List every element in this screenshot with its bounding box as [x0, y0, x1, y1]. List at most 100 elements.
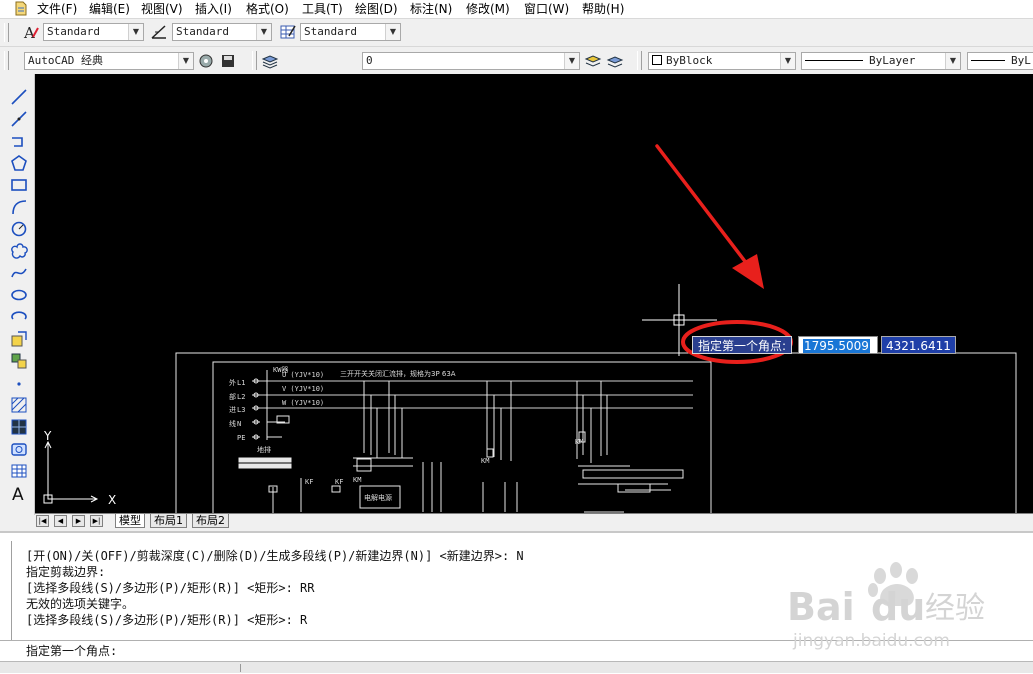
drawing-canvas[interactable]: 外 L1 部 L2 进 L3 线N PE U (YJV*10) V (YJV*10) … — [35, 74, 1033, 513]
styles-toolbar: A Standard ▼ Standard ▼ Standard ▼ — [0, 19, 1033, 47]
linetype-sample — [805, 60, 863, 61]
tab-layout2[interactable]: 布局2 — [192, 514, 229, 528]
arc-icon[interactable] — [10, 198, 28, 216]
menu-draw[interactable]: 绘图(D) — [353, 1, 400, 17]
tab-first-icon[interactable]: |◀ — [36, 515, 49, 527]
layer-previous-icon[interactable] — [606, 52, 624, 70]
ellipse-arc-icon[interactable] — [10, 308, 28, 326]
hatch-icon[interactable] — [10, 396, 28, 414]
dim-style-combo[interactable]: Standard ▼ — [172, 23, 272, 41]
ellipse-icon[interactable] — [10, 286, 28, 304]
svg-text:KW器: KW器 — [273, 366, 288, 374]
tab-last-icon[interactable]: ▶| — [90, 515, 103, 527]
command-history-line: 指定剪裁边界: — [26, 565, 106, 579]
rectangle-icon[interactable] — [10, 176, 28, 194]
text-style-combo[interactable]: Standard ▼ — [43, 23, 144, 41]
toolbar-grip[interactable] — [637, 51, 642, 70]
construction-line-icon[interactable] — [10, 110, 28, 128]
toolbar-grip[interactable] — [4, 23, 9, 42]
menu-file[interactable]: 文件(F) — [35, 1, 79, 17]
polyline-icon[interactable] — [10, 132, 28, 150]
dynamic-x-input[interactable]: 1795.5009 — [798, 336, 878, 354]
dim-style-value: Standard — [176, 25, 229, 38]
toolbar-grip[interactable] — [252, 51, 257, 70]
drawing-content: 外 L1 部 L2 进 L3 线N PE U (YJV*10) V (YJV*10) … — [43, 144, 1017, 513]
chevron-down-icon[interactable]: ▼ — [945, 53, 960, 69]
svg-text:线: 线 — [229, 419, 236, 428]
table-style-combo[interactable]: Standard ▼ — [300, 23, 401, 41]
circle-icon[interactable] — [10, 220, 28, 238]
svg-text:L2: L2 — [237, 393, 245, 401]
chevron-down-icon[interactable]: ▼ — [128, 24, 143, 40]
menu-edit[interactable]: 编辑(E) — [87, 1, 132, 17]
make-current-layer-icon[interactable] — [584, 52, 602, 70]
watermark-url: jingyan.baidu.com — [792, 631, 950, 651]
dynamic-y-input[interactable]: 4321.6411 — [881, 336, 956, 354]
ucs-x-label: X — [108, 493, 116, 507]
workspace-combo[interactable]: AutoCAD 经典 ▼ — [24, 52, 194, 70]
watermark: Bai du 经验 jingyan.baidu.com — [785, 556, 1025, 652]
polygon-icon[interactable] — [10, 154, 28, 172]
table-style-value: Standard — [304, 25, 357, 38]
tab-prev-icon[interactable]: ◀ — [54, 515, 67, 527]
color-swatch — [652, 55, 662, 65]
layer-combo[interactable]: 0 ▼ — [362, 52, 580, 70]
table-icon[interactable] — [10, 462, 28, 480]
line-icon[interactable] — [10, 88, 28, 106]
multiline-text-icon[interactable]: A — [10, 484, 28, 502]
menu-format[interactable]: 格式(O) — [244, 1, 291, 17]
lineweight-sample — [971, 60, 1005, 61]
color-value: ByBlock — [666, 54, 713, 67]
spline-icon[interactable] — [10, 264, 28, 282]
revision-cloud-icon[interactable] — [10, 242, 28, 260]
chevron-down-icon[interactable]: ▼ — [564, 53, 579, 69]
menu-help[interactable]: 帮助(H) — [580, 1, 626, 17]
command-history-line: 无效的选项关键字。 — [26, 597, 135, 611]
region-icon[interactable] — [10, 440, 28, 458]
watermark-brand: Bai — [787, 585, 855, 629]
svg-text:KM: KM — [353, 476, 361, 484]
breaker-label: 电解电源 — [364, 493, 392, 502]
svg-text:KM: KM — [575, 438, 583, 446]
svg-text:A: A — [23, 24, 35, 41]
svg-text:A: A — [12, 485, 24, 502]
svg-text:PE: PE — [237, 434, 245, 442]
insert-block-icon[interactable] — [10, 330, 28, 348]
tab-next-icon[interactable]: ▶ — [72, 515, 85, 527]
toolbar-grip[interactable] — [4, 51, 9, 70]
table-style-icon[interactable] — [279, 23, 297, 41]
tab-model[interactable]: 模型 — [115, 514, 145, 528]
drawing-note: 三开开关关闭汇流排，规格为3P 63A — [340, 369, 456, 378]
layer-value: 0 — [366, 54, 373, 67]
workspace-settings-icon[interactable] — [197, 52, 215, 70]
point-icon[interactable] — [10, 374, 28, 392]
chevron-down-icon[interactable]: ▼ — [256, 24, 271, 40]
menu-dimension[interactable]: 标注(N) — [408, 1, 454, 17]
command-window-grip[interactable] — [4, 541, 12, 641]
chevron-down-icon[interactable]: ▼ — [385, 24, 400, 40]
layer-manager-icon[interactable] — [261, 52, 279, 70]
gradient-icon[interactable] — [10, 418, 28, 436]
status-buttons[interactable] — [240, 664, 571, 672]
menu-modify[interactable]: 修改(M) — [464, 1, 512, 17]
svg-text:KF: KF — [305, 478, 313, 486]
menu-window[interactable]: 窗口(W) — [522, 1, 571, 17]
command-prompt-text: 指定第一个角点: — [26, 644, 118, 658]
make-block-icon[interactable] — [10, 352, 28, 370]
menu-tools[interactable]: 工具(T) — [300, 1, 345, 17]
tab-layout1[interactable]: 布局1 — [150, 514, 187, 528]
dim-style-icon[interactable] — [150, 23, 168, 41]
color-combo[interactable]: ByBlock ▼ — [648, 52, 796, 70]
text-style-icon[interactable]: A — [22, 23, 40, 41]
ground-label: 地排 — [257, 445, 271, 454]
chevron-down-icon[interactable]: ▼ — [178, 53, 193, 69]
app-document-icon[interactable] — [14, 1, 28, 16]
menu-view[interactable]: 视图(V) — [139, 1, 185, 17]
menu-insert[interactable]: 插入(I) — [193, 1, 234, 17]
linetype-combo[interactable]: ByLayer ▼ — [801, 52, 961, 70]
lineweight-combo[interactable]: ByL — [967, 52, 1033, 70]
svg-text:部: 部 — [229, 392, 236, 401]
layers-toolbar: AutoCAD 经典 ▼ 0 ▼ ByBlock ▼ ByLayer ▼ ByL — [0, 47, 1033, 115]
chevron-down-icon[interactable]: ▼ — [780, 53, 795, 69]
workspace-save-icon[interactable] — [219, 52, 237, 70]
